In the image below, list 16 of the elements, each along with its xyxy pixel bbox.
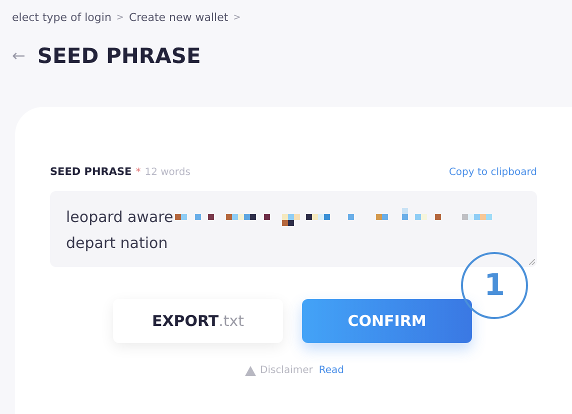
step-number-badge: 1 bbox=[461, 252, 528, 319]
seed-phrase-text: depart nation bbox=[66, 233, 168, 254]
warning-icon bbox=[245, 366, 256, 376]
seed-phrase-field[interactable]: leopard aware depart nation bbox=[50, 190, 537, 267]
seed-phrase-text: leopard aware bbox=[66, 206, 174, 228]
page-title: SEED PHRASE bbox=[37, 42, 201, 70]
field-label: SEED PHRASE bbox=[50, 165, 132, 180]
breadcrumb-separator: > bbox=[116, 12, 124, 24]
breadcrumb-link[interactable]: Create new wallet bbox=[128, 10, 228, 26]
breadcrumb-separator: > bbox=[233, 12, 241, 24]
disclaimer-text: Disclaimer bbox=[260, 364, 313, 378]
word-count: 12 words bbox=[144, 166, 190, 180]
required-mark: * bbox=[136, 166, 141, 180]
export-button[interactable]: EXPORT.txt bbox=[113, 299, 283, 343]
resize-handle-icon[interactable] bbox=[529, 258, 535, 265]
breadcrumb-link[interactable]: elect type of login bbox=[12, 10, 112, 26]
